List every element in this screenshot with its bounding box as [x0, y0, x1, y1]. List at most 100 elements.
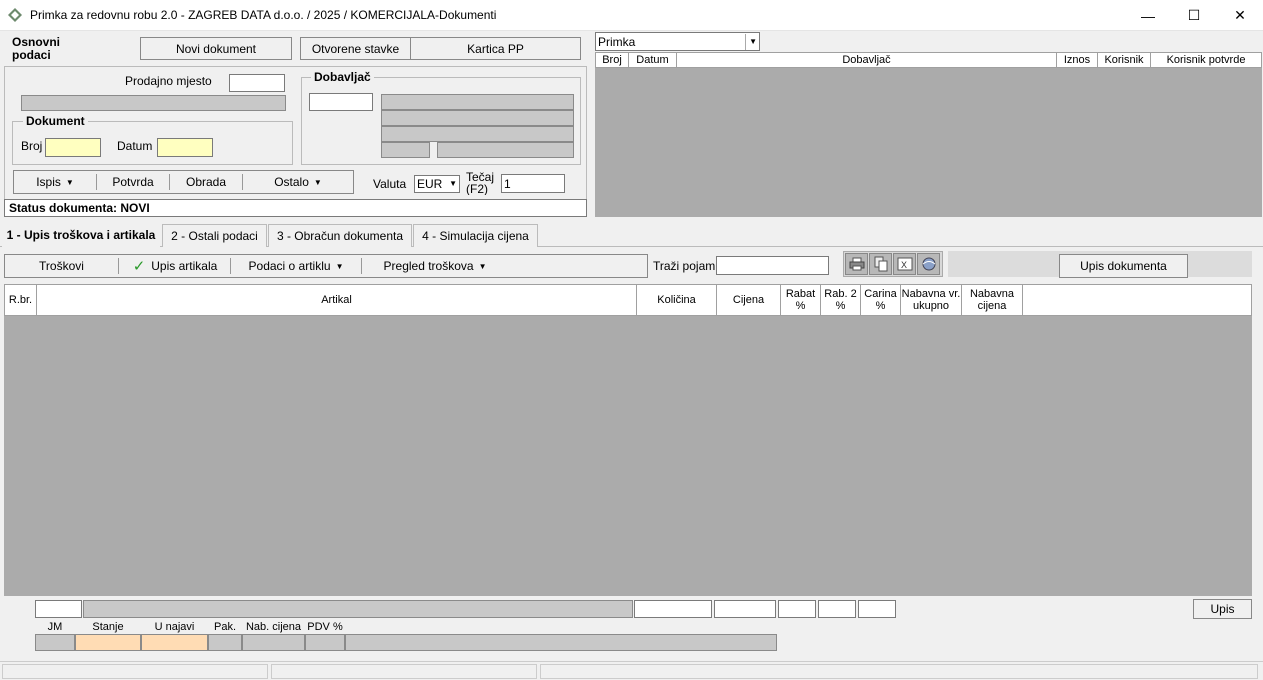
stanje-value [75, 634, 141, 651]
upis-dokumenta-button[interactable]: Upis dokumenta [1059, 254, 1188, 278]
copy-icon[interactable] [869, 253, 892, 275]
maximize-button[interactable]: ☐ [1171, 0, 1217, 31]
col-korisnik-potvrde[interactable]: Korisnik potvrde [1151, 53, 1261, 67]
otvorene-stavke-label: Otvorene stavke [311, 41, 400, 56]
document-type-select[interactable]: Primka ▼ [595, 32, 760, 51]
carina-entry-input[interactable] [858, 600, 896, 618]
tab-obracun-dokumenta[interactable]: 3 - Obračun dokumenta [268, 224, 412, 247]
prodajno-mjesto-input[interactable] [229, 74, 285, 92]
close-button[interactable]: ✕ [1217, 0, 1263, 31]
upis-artikala-label: Upis artikala [151, 259, 218, 273]
col-cijena[interactable]: Cijena [717, 285, 781, 315]
dobavljac-city [381, 126, 574, 142]
obrada-label: Obrada [185, 175, 227, 189]
tab-upis-troskova[interactable]: 1 - Upis troškova i artikala [2, 223, 160, 247]
status-panel-2 [271, 664, 537, 679]
pregled-troskova-label: Pregled troškova [383, 259, 474, 273]
u-najavi-label: U najavi [154, 621, 195, 633]
col-rabat[interactable]: Rabat % [781, 285, 821, 315]
rbr-entry-input[interactable] [35, 600, 82, 618]
dobavljac-oib [437, 142, 574, 158]
potvrda-label: Potvrda [112, 175, 154, 189]
prodajno-mjesto-name [21, 95, 286, 111]
window-title: Primka za redovnu robu 2.0 - ZAGREB DATA… [30, 8, 497, 22]
col-datum[interactable]: Datum [629, 53, 677, 67]
rabat-entry-input[interactable] [778, 600, 816, 618]
col-nabavna-cijena[interactable]: Nabavna cijena [962, 285, 1023, 315]
dobavljac-zip [381, 142, 430, 158]
tab-simulacija-cijena[interactable]: 4 - Simulacija cijena [413, 224, 538, 247]
tab-ostali-podaci[interactable]: 2 - Ostali podaci [162, 224, 267, 247]
minimize-button[interactable]: — [1125, 0, 1171, 31]
valuta-label: Valuta [373, 177, 407, 191]
podaci-o-artiklu-button[interactable]: Podaci o artiklu ▼ [231, 255, 361, 277]
col-artikal[interactable]: Artikal [37, 285, 637, 315]
pdv-value [305, 634, 345, 651]
col-rab2[interactable]: Rab. 2 % [821, 285, 861, 315]
document-list[interactable] [595, 68, 1262, 217]
title-bar: Primka za redovnu robu 2.0 - ZAGREB DATA… [0, 0, 1263, 31]
nab-cijena-label: Nab. cijena [245, 621, 302, 633]
kartica-pp-button[interactable]: Kartica PP [410, 37, 581, 60]
ostalo-button[interactable]: Ostalo ▼ [243, 171, 353, 193]
upis-artikala-button[interactable]: ✓ Upis artikala [120, 255, 230, 277]
cijena-entry-input[interactable] [714, 600, 776, 618]
valuta-select[interactable]: EUR ▼ [414, 175, 460, 193]
pak-value [208, 634, 242, 651]
prodajno-mjesto-label: Prodajno mjesto [125, 74, 212, 88]
col-kolicina[interactable]: Količina [637, 285, 717, 315]
col-korisnik[interactable]: Korisnik [1098, 53, 1151, 67]
broj-input[interactable] [45, 138, 101, 157]
col-iznos[interactable]: Iznos [1057, 53, 1098, 67]
datum-input[interactable] [157, 138, 213, 157]
col-broj[interactable]: Broj [596, 53, 629, 67]
potvrda-button[interactable]: Potvrda [97, 171, 169, 193]
pdv-label: PDV % [307, 621, 343, 633]
dobavljac-code-input[interactable] [309, 93, 373, 111]
pregled-troskova-button[interactable]: Pregled troškova ▼ [362, 255, 508, 277]
broj-label: Broj [21, 139, 43, 153]
troskovi-button[interactable]: Troškovi [5, 255, 118, 277]
col-dobavljac[interactable]: Dobavljač [677, 53, 1057, 67]
col-carina[interactable]: Carina % [861, 285, 901, 315]
status-panel-1 [2, 664, 268, 679]
upis-button[interactable]: Upis [1193, 599, 1252, 619]
document-type-value: Primka [598, 34, 636, 49]
dropdown-arrow-icon: ▼ [65, 177, 74, 187]
obrada-button[interactable]: Obrada [170, 171, 242, 193]
novi-dokument-label: Novi dokument [175, 41, 257, 56]
separator [118, 258, 119, 274]
browser-icon[interactable] [917, 253, 940, 275]
u-najavi-value [141, 634, 208, 651]
dropdown-arrow-icon: ▼ [478, 261, 487, 271]
novi-dokument-button[interactable]: Novi dokument [140, 37, 292, 60]
maximize-icon: ☐ [1187, 7, 1201, 23]
kolicina-entry-input[interactable] [634, 600, 712, 618]
dropdown-arrow-icon: ▼ [745, 33, 757, 50]
rab2-entry-input[interactable] [818, 600, 856, 618]
export-toolbar: X [843, 251, 943, 277]
excel-icon[interactable]: X [893, 253, 916, 275]
artikal-info [345, 634, 777, 651]
dropdown-arrow-icon: ▼ [313, 177, 322, 187]
dobavljac-address [381, 110, 574, 126]
dropdown-arrow-icon: ▼ [335, 261, 344, 271]
items-grid[interactable] [4, 316, 1252, 596]
podaci-o-artiklu-label: Podaci o artiklu [248, 259, 331, 273]
osnovni-podaci-label: Osnovni podaci [12, 35, 61, 62]
status-panel-3 [540, 664, 1258, 679]
tecaj-label: Tečaj (F2) [466, 171, 495, 195]
stanje-label: Stanje [92, 621, 124, 633]
tecaj-input[interactable] [501, 174, 565, 193]
dobavljac-legend: Dobavljač [311, 70, 374, 84]
otvorene-stavke-button[interactable]: Otvorene stavke [300, 37, 411, 60]
app-icon [8, 8, 22, 22]
jm-value [35, 634, 75, 651]
col-rbr[interactable]: R.br. [5, 285, 37, 315]
status-bar [0, 661, 1263, 680]
print-icon[interactable] [845, 253, 868, 275]
trazi-pojam-input[interactable] [716, 256, 829, 275]
col-nabavna-vr-ukupno[interactable]: Nabavna vr. ukupno [901, 285, 962, 315]
minimize-icon: — [1141, 7, 1155, 24]
ispis-button[interactable]: Ispis ▼ [14, 171, 96, 193]
